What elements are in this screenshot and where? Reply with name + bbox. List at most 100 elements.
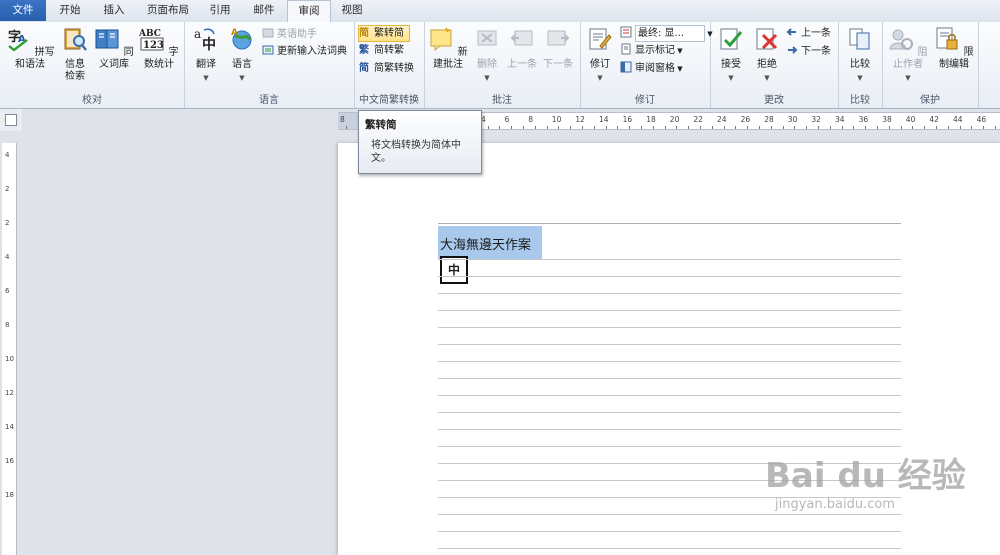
ruled-line	[438, 412, 901, 413]
convert-to-traditional-button[interactable]: 繁简转繁	[359, 43, 404, 58]
ruler-tick-label: 22	[693, 115, 703, 124]
translate-dropdown-icon[interactable]: ▼	[188, 72, 224, 84]
ruler-tick-mark	[641, 126, 642, 129]
ruled-line	[438, 276, 901, 277]
ruler-tick-mark	[711, 126, 713, 129]
ruler-tick-label: 14	[599, 115, 609, 124]
ruled-line	[438, 446, 901, 447]
reject-label: 拒绝	[757, 59, 777, 70]
reviewing-pane-button[interactable]: 审阅窗格 ▼	[620, 61, 683, 76]
tab-mailings[interactable]: 邮件	[244, 0, 284, 21]
ruler-tick-mark	[582, 126, 583, 129]
new-comment-icon	[430, 27, 452, 52]
ruler-tick-label: 32	[811, 115, 821, 124]
ruler-tick-mark	[605, 126, 607, 129]
show-markup-dropdown-icon[interactable]: ▼	[675, 47, 682, 55]
translate-button[interactable]: a中 翻译 ▼	[188, 26, 224, 84]
compare-label: 比较	[850, 59, 870, 70]
tab-references[interactable]: 引用	[200, 0, 240, 21]
track-dropdown-icon[interactable]: ▼	[584, 72, 616, 84]
restrict-editing-button[interactable]: 限制编辑	[932, 26, 976, 71]
group-label-language: 语言	[259, 95, 279, 106]
reject-dropdown-icon[interactable]: ▼	[750, 72, 784, 84]
ruler-tick-mark	[877, 126, 878, 129]
next-comment-label: 下一条	[543, 59, 573, 70]
previous-change-button[interactable]: 上一条	[786, 26, 831, 41]
ruler-tick-label: 12	[5, 389, 14, 397]
ruler-tick-mark	[924, 126, 926, 129]
vertical-ruler[interactable]: 4 2 2 4 6 8 10 12 14 16 18	[2, 143, 17, 555]
next-comment-button[interactable]: 下一条	[540, 26, 576, 71]
thesaurus-button[interactable]: 同义词库	[92, 26, 136, 71]
display-review-icon	[620, 26, 632, 38]
tab-selector-icon[interactable]	[5, 114, 17, 126]
ruler-tick-label: 4	[5, 253, 10, 261]
accept-dropdown-icon[interactable]: ▼	[714, 72, 748, 84]
ruler-tick-mark	[487, 126, 489, 129]
compare-button[interactable]: 比较 ▼	[842, 26, 878, 84]
ruler-tick-label: 44	[953, 115, 963, 124]
group-proofing: 字A 拼写和语法 信息 检索 同义词库 ABC 123 字数统计 校对	[0, 22, 185, 108]
show-markup-button[interactable]: 显示标记 ▼	[620, 43, 683, 58]
compare-icon	[849, 28, 870, 50]
group-comments: 新建批注 删除 ▼ 上一条 下一条 批注	[424, 22, 581, 108]
document-text[interactable]: 大海無邊天作案	[440, 234, 531, 253]
reviewing-pane-dropdown-icon[interactable]: ▼	[675, 65, 682, 73]
update-ime-dictionary-button[interactable]: 更新输入法词典	[262, 44, 347, 59]
ruler-tick-mark	[959, 126, 961, 129]
ruler-tick-mark	[652, 126, 654, 129]
next-change-icon	[788, 46, 798, 54]
ime-indicator[interactable]: 中	[440, 256, 468, 284]
delete-dropdown-icon[interactable]: ▼	[472, 72, 502, 84]
svg-text:简: 简	[359, 26, 369, 38]
tooltip-description: 将文档转换为简体中文。	[371, 140, 461, 164]
ruled-line	[438, 514, 901, 515]
display-for-review-select[interactable]: 最终: 显... ▼	[620, 25, 713, 42]
new-comment-button[interactable]: 新建批注	[426, 26, 470, 71]
display-review-value[interactable]: 最终: 显...	[635, 25, 705, 42]
spelling-button[interactable]: 字A 拼写和语法	[2, 26, 58, 71]
delete-comment-button[interactable]: 删除 ▼	[472, 26, 502, 84]
track-changes-button[interactable]: 修订 ▼	[584, 26, 616, 84]
group-label-compare: 比较	[850, 95, 870, 106]
word-count-button[interactable]: ABC 123 字数统计	[136, 26, 182, 71]
word-count-icon: ABC123	[138, 29, 164, 51]
accept-button[interactable]: 接受 ▼	[714, 26, 748, 84]
previous-comment-icon	[510, 30, 533, 46]
reviewing-pane-label: 审阅窗格	[635, 63, 675, 74]
tab-home[interactable]: 开始	[50, 0, 90, 21]
previous-comment-button[interactable]: 上一条	[504, 26, 540, 71]
ruler-tick-label: 36	[858, 115, 869, 124]
ribbon-tab-bar: 文件 开始 插入 页面布局 引用 邮件 审阅 视图	[0, 0, 1000, 24]
tab-view[interactable]: 视图	[332, 0, 372, 21]
language-dropdown-icon[interactable]: ▼	[224, 72, 260, 84]
ruled-line	[438, 361, 901, 362]
research-button[interactable]: 信息 检索	[60, 26, 90, 83]
convert-to-simplified-button[interactable]: 简繁转简	[358, 25, 410, 42]
next-change-button[interactable]: 下一条	[786, 44, 831, 59]
ruler-tick-mark	[841, 126, 843, 129]
tab-insert[interactable]: 插入	[94, 0, 134, 21]
ruler-tick-label: 18	[646, 115, 656, 124]
block-authors-button[interactable]: 阻止作者 ▼	[884, 26, 932, 84]
tab-file[interactable]: 文件	[0, 0, 46, 21]
ruler-tick-mark	[900, 126, 902, 129]
accept-icon	[720, 28, 743, 50]
show-markup-icon	[621, 43, 631, 55]
language-button[interactable]: A 语言 ▼	[224, 26, 260, 84]
simplified-traditional-convert-button[interactable]: 简简繁转换	[359, 61, 414, 76]
reviewing-pane-icon	[620, 61, 632, 73]
compare-dropdown-icon[interactable]: ▼	[842, 72, 878, 84]
delete-comment-label: 删除	[477, 59, 497, 70]
track-changes-label: 修订	[590, 59, 610, 70]
tab-review[interactable]: 审阅	[287, 0, 331, 24]
ruler-tick-mark	[995, 126, 996, 129]
ruler-tick-mark	[558, 126, 560, 129]
simplified-to-traditional-icon: 繁	[359, 43, 370, 55]
english-assistant-button[interactable]: 英语助手	[262, 27, 317, 42]
block-authors-dropdown-icon[interactable]: ▼	[884, 72, 932, 84]
group-label-proofing: 校对	[82, 95, 102, 106]
reject-button[interactable]: 拒绝 ▼	[750, 26, 784, 84]
tab-page-layout[interactable]: 页面布局	[140, 0, 196, 21]
ruler-tick-label: 6	[504, 115, 510, 124]
